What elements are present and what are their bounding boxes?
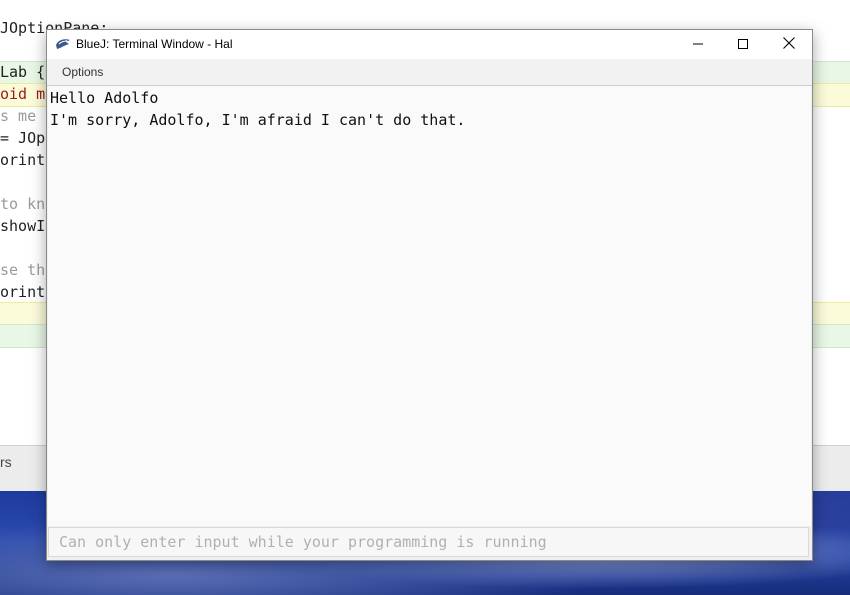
code-line[interactable]: to kn <box>0 193 45 215</box>
bluej-icon <box>55 36 71 52</box>
minimize-button[interactable] <box>675 30 721 59</box>
title-bar[interactable]: BlueJ: Terminal Window - Hal <box>47 30 812 59</box>
code-line[interactable]: = JOp <box>0 127 45 149</box>
terminal-output[interactable]: Hello Adolfo I'm sorry, Adolfo, I'm afra… <box>48 86 811 526</box>
terminal-window: BlueJ: Terminal Window - Hal Options Hel… <box>46 29 813 561</box>
minimize-icon <box>693 36 703 54</box>
close-button[interactable] <box>766 30 812 59</box>
terminal-input-field[interactable] <box>48 527 809 557</box>
menu-bar: Options <box>47 59 812 86</box>
menu-options[interactable]: Options <box>62 65 103 79</box>
status-text: rs <box>0 454 12 470</box>
window-title: BlueJ: Terminal Window - Hal <box>76 37 233 51</box>
close-icon <box>783 36 795 54</box>
code-line[interactable]: showI <box>0 215 45 237</box>
output-line: I'm sorry, Adolfo, I'm afraid I can't do… <box>50 111 466 129</box>
code-line[interactable]: Lab { <box>0 61 45 83</box>
maximize-icon <box>738 36 748 54</box>
output-line: Hello Adolfo <box>50 89 159 107</box>
code-line[interactable]: se th <box>0 259 45 281</box>
maximize-button[interactable] <box>720 30 766 59</box>
